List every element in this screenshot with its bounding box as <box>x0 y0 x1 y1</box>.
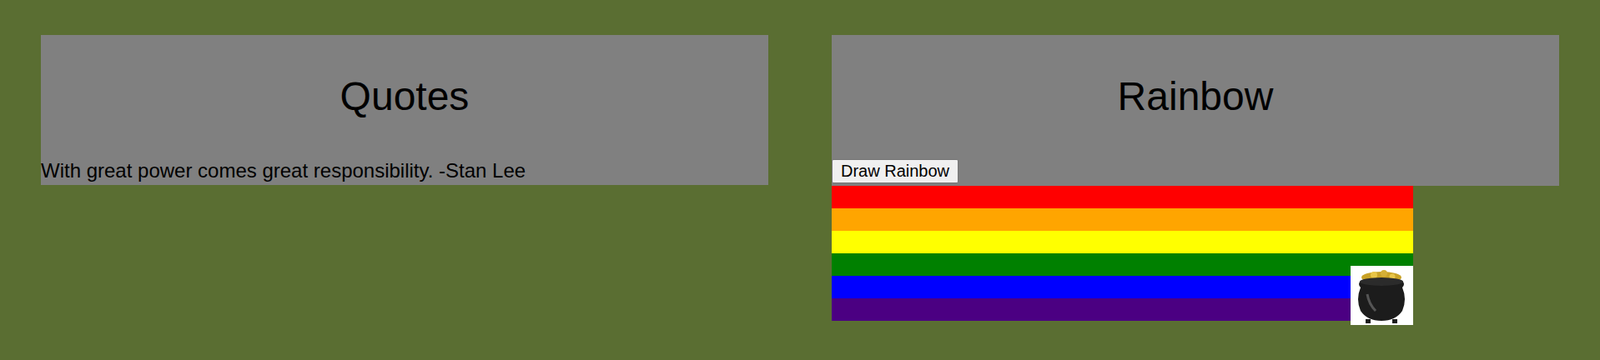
rainbow-stripe <box>831 186 1414 209</box>
rainbow-panel: Rainbow Draw Rainbow <box>831 35 1560 322</box>
quotes-panel: Quotes With great power comes great respo… <box>40 35 769 322</box>
rainbow-title: Rainbow <box>831 72 1560 121</box>
rainbow <box>831 186 1414 322</box>
pot-of-gold-icon <box>1350 266 1414 326</box>
rainbow-stripe <box>831 231 1414 254</box>
rainbow-stripe <box>831 208 1414 232</box>
rainbow-stripe <box>831 298 1414 322</box>
rainbow-stripe <box>831 253 1414 277</box>
quotes-header: Quotes With great power comes great respo… <box>40 35 769 186</box>
quote-text: With great power comes great responsibil… <box>40 159 769 184</box>
rainbow-stripe <box>831 276 1414 299</box>
quotes-title: Quotes <box>40 72 769 121</box>
draw-rainbow-button[interactable]: Draw Rainbow <box>831 159 959 184</box>
rainbow-header: Rainbow Draw Rainbow <box>831 35 1560 187</box>
